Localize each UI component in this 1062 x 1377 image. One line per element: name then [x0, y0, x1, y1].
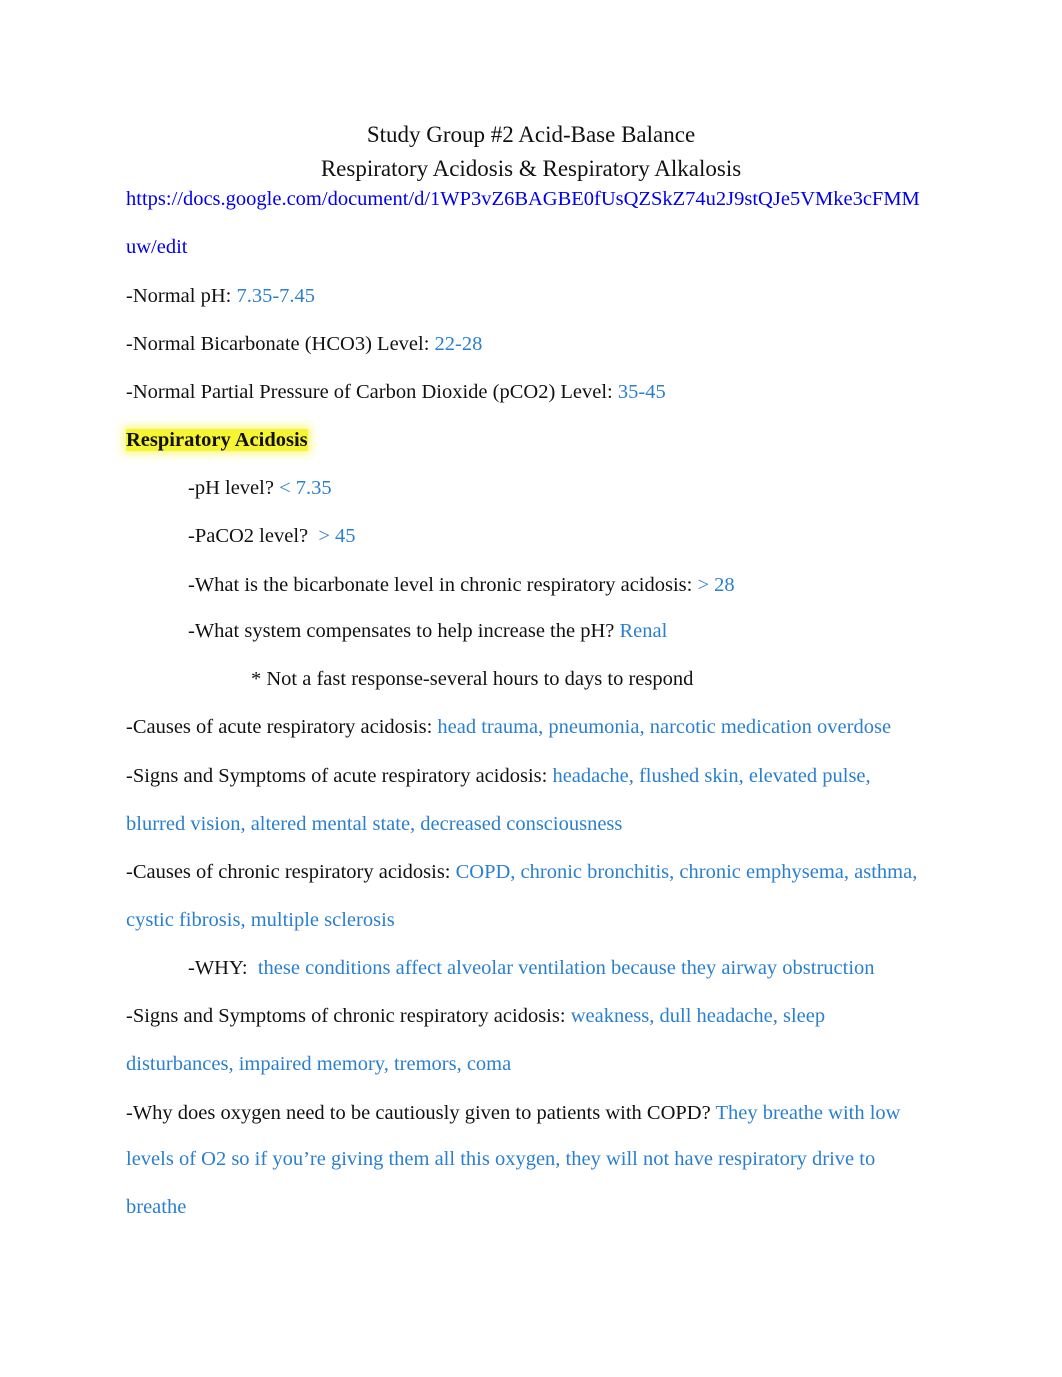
- answer: Renal: [619, 620, 668, 642]
- copd-oxygen-cont: levels of O2 so if you’re giving them al…: [126, 1148, 876, 1170]
- value: 35-45: [617, 381, 666, 403]
- copd-oxygen: -Why does oxygen need to be cautiously g…: [126, 1101, 900, 1125]
- normal-hco3: -Normal Bicarbonate (HCO3) Level: 22-28: [126, 332, 482, 356]
- normal-ph: -Normal pH: 7.35-7.45: [126, 284, 315, 308]
- answer: these conditions affect alveolar ventila…: [257, 957, 875, 979]
- doc-link-line1[interactable]: https://docs.google.com/document/d/1WP3v…: [126, 187, 920, 211]
- answer: < 7.35: [279, 477, 332, 499]
- note: * Not a fast response-several hours to d…: [251, 668, 694, 690]
- question: -pH level?: [188, 477, 280, 499]
- question: -What is the bicarbonate level in chroni…: [188, 574, 698, 596]
- label: -Normal pH:: [126, 285, 237, 307]
- qa-ph: -pH level? < 7.35: [188, 476, 332, 500]
- answer: headache, flushed skin, elevated pulse,: [552, 765, 871, 787]
- acute-signs: -Signs and Symptoms of acute respiratory…: [126, 764, 871, 788]
- chronic-signs: -Signs and Symptoms of chronic respirato…: [126, 1004, 825, 1028]
- question: -Causes of acute respiratory acidosis:: [126, 716, 438, 738]
- chronic-causes-cont: cystic fibrosis, multiple sclerosis: [126, 909, 395, 931]
- document-title: Study Group #2 Acid-Base Balance: [366, 122, 696, 147]
- chronic-causes: -Causes of chronic respiratory acidosis:…: [126, 860, 917, 884]
- label: -Normal Bicarbonate (HCO3) Level:: [126, 333, 435, 355]
- qa-paco2: -PaCO2 level? > 45: [188, 524, 356, 548]
- value: 22-28: [434, 333, 483, 355]
- section-heading: Respiratory Acidosis: [126, 428, 308, 452]
- normal-pco2: -Normal Partial Pressure of Carbon Dioxi…: [126, 380, 666, 404]
- question: -PaCO2 level?: [188, 525, 319, 547]
- question: -Signs and Symptoms of acute respiratory…: [126, 765, 553, 787]
- document-subtitle: Respiratory Acidosis & Respiratory Alkal…: [320, 156, 742, 181]
- qa-compensation: -What system compensates to help increas…: [188, 619, 667, 643]
- question: -WHY:: [188, 957, 258, 979]
- why: -WHY: these conditions affect alveolar v…: [188, 956, 875, 980]
- value: 7.35-7.45: [236, 285, 316, 307]
- acute-causes: -Causes of acute respiratory acidosis: h…: [126, 715, 891, 739]
- chronic-signs-cont: disturbances, impaired memory, tremors, …: [126, 1053, 512, 1075]
- acute-signs-cont: blurred vision, altered mental state, de…: [126, 813, 623, 835]
- qa-bicarbonate: -What is the bicarbonate level in chroni…: [188, 573, 735, 597]
- answer: head trauma, pneumonia, narcotic medicat…: [437, 716, 892, 738]
- question: -What system compensates to help increas…: [188, 620, 620, 642]
- answer: > 45: [318, 525, 356, 547]
- answer: They breathe with low: [715, 1102, 901, 1124]
- question: -Signs and Symptoms of chronic respirato…: [126, 1005, 571, 1027]
- answer: weakness, dull headache, sleep: [570, 1005, 826, 1027]
- question: -Why does oxygen need to be cautiously g…: [126, 1102, 716, 1124]
- answer: COPD, chronic bronchitis, chronic emphys…: [455, 861, 918, 883]
- doc-link-line2[interactable]: uw/edit: [126, 235, 188, 259]
- copd-oxygen-cont2: breathe: [126, 1196, 187, 1218]
- answer: > 28: [697, 574, 735, 596]
- question: -Causes of chronic respiratory acidosis:: [126, 861, 456, 883]
- highlighted-heading: Respiratory Acidosis: [126, 429, 308, 451]
- label: -Normal Partial Pressure of Carbon Dioxi…: [126, 381, 618, 403]
